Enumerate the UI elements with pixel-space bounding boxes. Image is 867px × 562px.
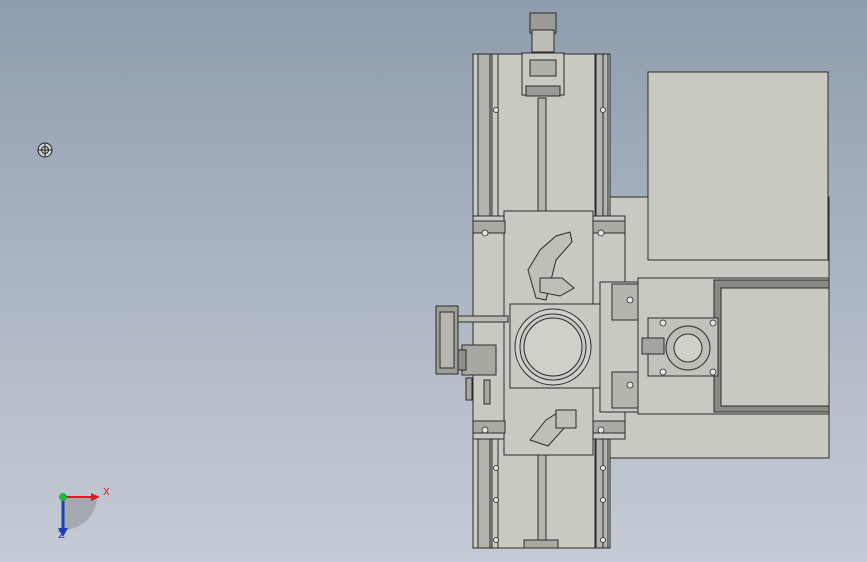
- screw: [600, 465, 606, 471]
- screw: [709, 368, 717, 376]
- screw: [626, 296, 634, 304]
- carriage-slot-br: [592, 420, 626, 434]
- handwheel-shaft: [455, 315, 509, 323]
- clamp-block-bottom: [555, 409, 577, 429]
- side-motor[interactable]: [461, 344, 497, 376]
- right-motor-bore: [673, 333, 703, 363]
- screw: [600, 497, 606, 503]
- screw: [493, 107, 499, 113]
- side-guide-bottom: [611, 371, 639, 409]
- screw: [626, 381, 634, 389]
- assembly-model[interactable]: [0, 0, 867, 562]
- side-motor-cap: [457, 349, 467, 371]
- upper-right-box[interactable]: [647, 71, 829, 261]
- screw: [600, 107, 606, 113]
- screw: [493, 537, 499, 543]
- housing-inner: [720, 287, 830, 407]
- axis-z-label: Z: [58, 530, 65, 541]
- graphics-viewport[interactable]: X Z: [0, 0, 867, 562]
- right-motor-stub: [641, 337, 665, 355]
- y-axis-dot: [59, 493, 67, 501]
- axis-x-label: X: [103, 487, 110, 498]
- side-guide-top: [611, 283, 639, 321]
- screw: [493, 497, 499, 503]
- sensor-left: [465, 377, 473, 401]
- top-motor-flange: [531, 29, 555, 53]
- handwheel-face: [439, 311, 455, 369]
- carriage-slot-tr: [592, 220, 626, 234]
- screw: [659, 368, 667, 376]
- origin-icon[interactable]: [37, 142, 53, 158]
- screw: [659, 319, 667, 327]
- triad-plane: [63, 497, 97, 530]
- top-bearing: [525, 85, 561, 97]
- ring-inner: [523, 317, 583, 377]
- screw: [597, 426, 605, 434]
- screw: [597, 229, 605, 237]
- screw: [481, 229, 489, 237]
- carriage-slot-bl: [472, 420, 506, 434]
- screw: [481, 426, 489, 434]
- top-coupling-inner: [529, 59, 557, 77]
- screw: [493, 465, 499, 471]
- sensor-right: [483, 379, 491, 405]
- screw: [709, 319, 717, 327]
- carriage-slot-tl: [472, 220, 506, 234]
- bottom-end-plate: [523, 539, 559, 549]
- screw: [600, 537, 606, 543]
